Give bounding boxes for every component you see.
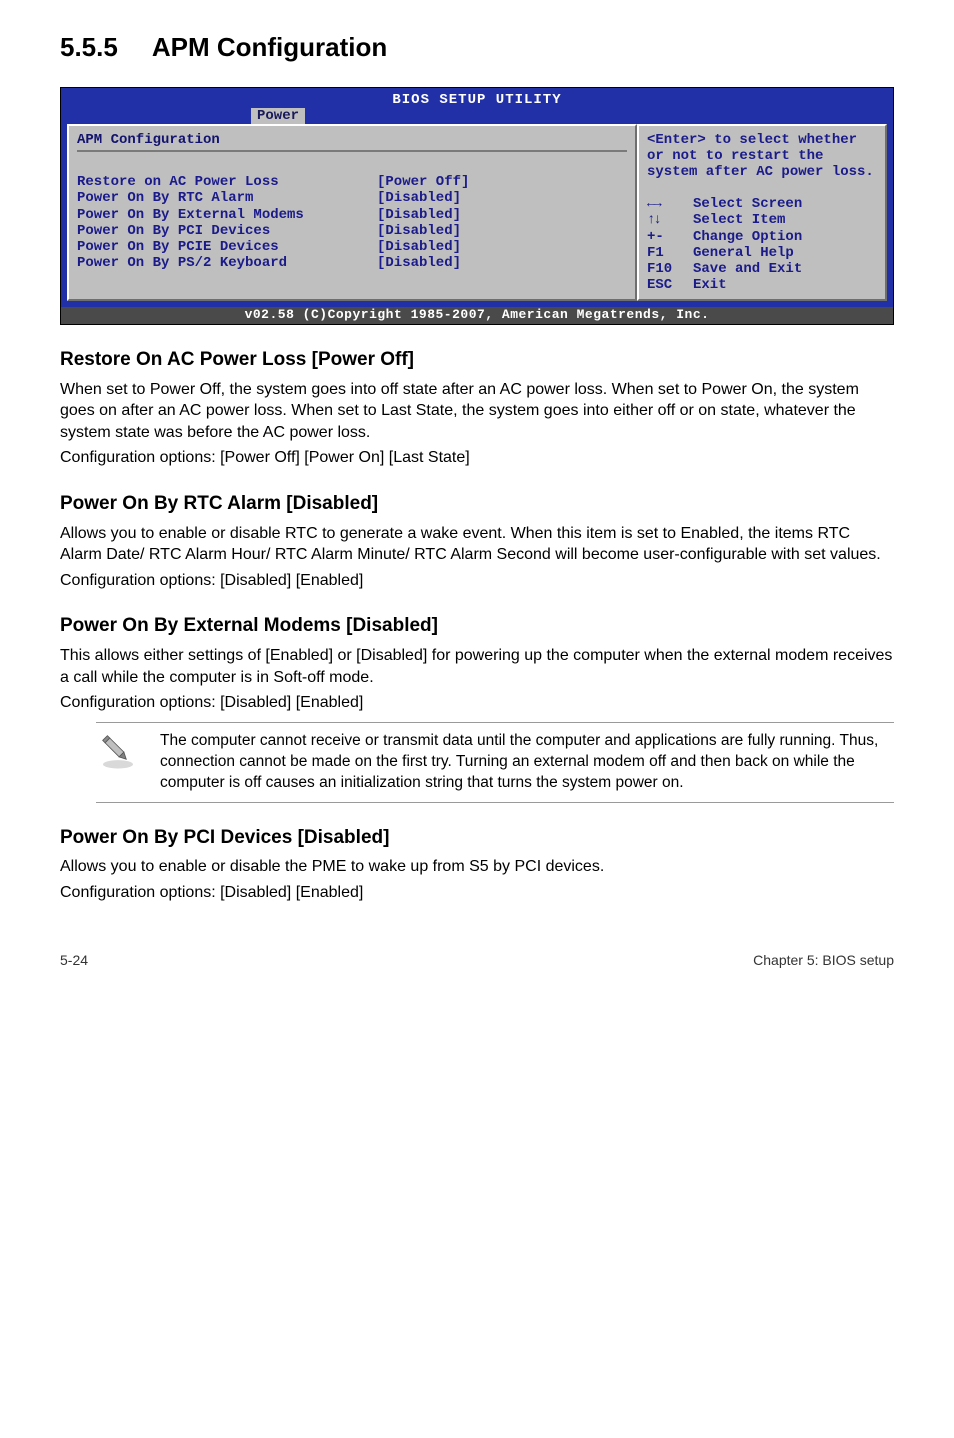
bios-panel-title: APM Configuration (77, 132, 627, 152)
bios-right-panel: <Enter> to select whether or not to rest… (637, 124, 887, 301)
bios-help-row-text: Exit (693, 277, 727, 293)
subsection-heading: Power On By External Modems [Disabled] (60, 613, 894, 639)
bios-help-row-text: Select Item (693, 212, 785, 228)
pencil-icon (96, 731, 140, 771)
bios-help-row-text: General Help (693, 245, 794, 261)
bios-row-label: Power On By PS/2 Keyboard (77, 255, 377, 271)
bios-help-row-text: Save and Exit (693, 261, 802, 277)
bios-help-text: <Enter> to select whether or not to rest… (647, 132, 877, 180)
bios-row-label: Power On By PCIE Devices (77, 239, 377, 255)
bios-row-label: Power On By External Modems (77, 207, 377, 223)
section-title-text: APM Configuration (152, 32, 387, 62)
arrows-ud-icon (647, 212, 660, 228)
bios-help-row: Select Screen (647, 196, 877, 212)
body-text: Allows you to enable or disable the PME … (60, 856, 894, 878)
subsection-heading: Power On By PCI Devices [Disabled] (60, 825, 894, 851)
bios-row-value: [Disabled] (377, 239, 461, 255)
arrows-lr-icon (647, 196, 660, 212)
bios-help-row: +-Change Option (647, 229, 877, 245)
bios-row-value: [Disabled] (377, 190, 461, 206)
bios-help-row: F1General Help (647, 245, 877, 261)
bios-help-row-key: +- (647, 229, 693, 245)
bios-row-value: [Disabled] (377, 255, 461, 271)
bios-row-value: [Disabled] (377, 223, 461, 239)
bios-footer: v02.58 (C)Copyright 1985-2007, American … (61, 307, 893, 324)
note-callout: The computer cannot receive or transmit … (96, 722, 894, 803)
subsection-heading: Power On By RTC Alarm [Disabled] (60, 491, 894, 517)
subsection-heading: Restore On AC Power Loss [Power Off] (60, 347, 894, 373)
bios-row-value: [Power Off] (377, 174, 469, 190)
note-text: The computer cannot receive or transmit … (160, 731, 894, 794)
config-options: Configuration options: [Power Off] [Powe… (60, 447, 894, 469)
bios-help-row-key: F10 (647, 261, 693, 277)
body-text: When set to Power Off, the system goes i… (60, 379, 894, 444)
bios-row-value: [Disabled] (377, 207, 461, 223)
config-options: Configuration options: [Disabled] [Enabl… (60, 570, 894, 592)
bios-key-help: Select Screen Select Item +-Change Optio… (647, 196, 877, 293)
bios-row: Power On By External Modems[Disabled] (77, 207, 627, 223)
bios-title: BIOS SETUP UTILITY (61, 88, 893, 108)
bios-left-panel: APM Configuration Restore on AC Power Lo… (67, 124, 637, 301)
section-heading: 5.5.5 APM Configuration (60, 30, 894, 65)
config-options: Configuration options: [Disabled] [Enabl… (60, 692, 894, 714)
bios-tab-power: Power (251, 108, 305, 124)
bios-help-row-text: Change Option (693, 229, 802, 245)
bios-row-label: Power On By PCI Devices (77, 223, 377, 239)
page-number: 5-24 (60, 951, 88, 970)
bios-help-row-text: Select Screen (693, 196, 802, 212)
bios-row-label: Power On By RTC Alarm (77, 190, 377, 206)
bios-row-label: Restore on AC Power Loss (77, 174, 377, 190)
bios-help-row: ESCExit (647, 277, 877, 293)
config-options: Configuration options: [Disabled] [Enabl… (60, 882, 894, 904)
bios-screenshot: BIOS SETUP UTILITY Power APM Configurati… (60, 87, 894, 325)
body-text: Allows you to enable or disable RTC to g… (60, 523, 894, 566)
bios-help-row-key: F1 (647, 245, 693, 261)
section-number: 5.5.5 (60, 32, 118, 62)
bios-row: Restore on AC Power Loss[Power Off] (77, 174, 627, 190)
bios-help-row: F10Save and Exit (647, 261, 877, 277)
chapter-label: Chapter 5: BIOS setup (753, 951, 894, 970)
body-text: This allows either settings of [Enabled]… (60, 645, 894, 688)
bios-tabbar: Power (61, 108, 893, 124)
bios-row: Power On By PCIE Devices[Disabled] (77, 239, 627, 255)
bios-row: Power On By PCI Devices[Disabled] (77, 223, 627, 239)
bios-row: Power On By PS/2 Keyboard[Disabled] (77, 255, 627, 271)
page-footer: 5-24 Chapter 5: BIOS setup (60, 951, 894, 970)
bios-help-row-key: ESC (647, 277, 693, 293)
bios-help-row: Select Item (647, 212, 877, 228)
bios-row: Power On By RTC Alarm[Disabled] (77, 190, 627, 206)
